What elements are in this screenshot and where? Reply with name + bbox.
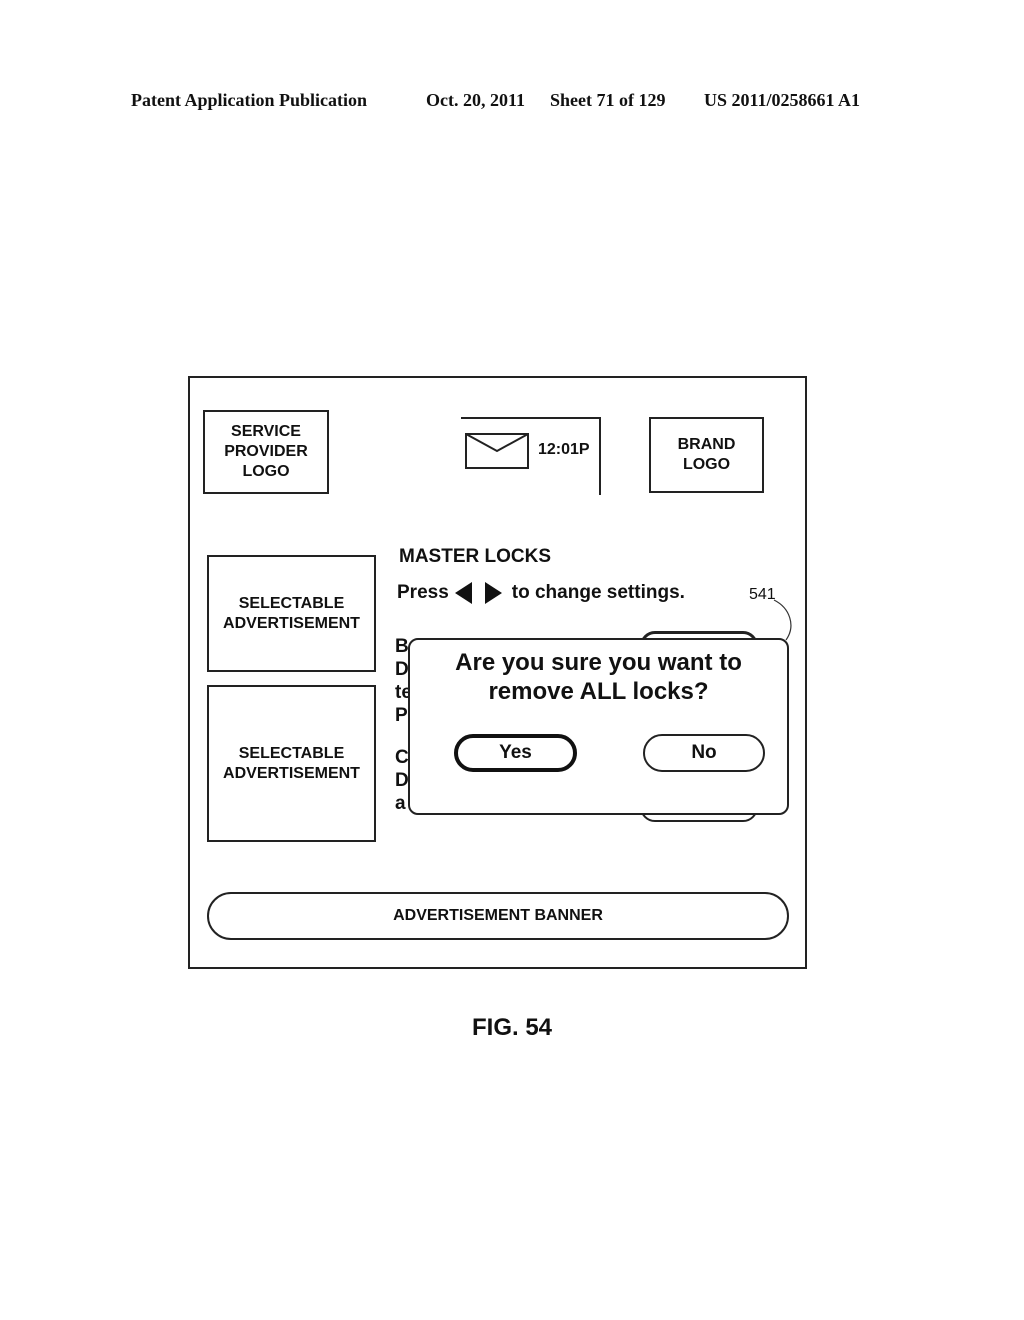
dialog-message-line-1: Are you sure you want to	[455, 649, 742, 676]
obscured-text-line: P	[395, 705, 408, 726]
selectable-advertisement-1[interactable]: SELECTABLE ADVERTISEMENT	[207, 555, 376, 672]
right-triangle-icon	[484, 582, 502, 604]
obscured-text-line: D	[395, 770, 409, 791]
dialog-message-line-2: remove ALL locks?	[488, 678, 709, 705]
patent-number: US 2011/0258661 A1	[704, 90, 861, 110]
instruction-prefix: Press	[397, 582, 449, 603]
menu-title: MASTER LOCKS	[399, 546, 551, 567]
publication-label: Patent Application Publication	[131, 90, 368, 110]
obscured-text-line: B	[395, 636, 409, 657]
obscured-text-line: C	[395, 747, 409, 768]
dialog-message: Are you sure you want to remove ALL lock…	[410, 648, 787, 706]
sheet-number: Sheet 71 of 129	[550, 90, 666, 110]
menu-instruction: Press to change settings.	[397, 582, 685, 604]
brand-logo: BRAND LOGO	[649, 417, 764, 493]
advertisement-banner[interactable]: ADVERTISEMENT BANNER	[207, 892, 789, 940]
instruction-suffix: to change settings.	[511, 582, 685, 603]
yes-button[interactable]: Yes	[454, 734, 577, 772]
left-triangle-icon	[454, 582, 472, 604]
obscured-text-line: a	[395, 793, 406, 814]
envelope-icon[interactable]	[465, 433, 529, 469]
confirm-dialog: Are you sure you want to remove ALL lock…	[408, 638, 789, 815]
publication-date: Oct. 20, 2011	[426, 90, 525, 110]
obscured-text-line: D	[395, 659, 409, 680]
selectable-advertisement-2[interactable]: SELECTABLE ADVERTISEMENT	[207, 685, 376, 842]
service-provider-logo: SERVICE PROVIDER LOGO	[203, 410, 329, 494]
no-button[interactable]: No	[643, 734, 765, 772]
clock-time: 12:01P	[538, 441, 590, 458]
figure-label: FIG. 54	[471, 1014, 553, 1041]
